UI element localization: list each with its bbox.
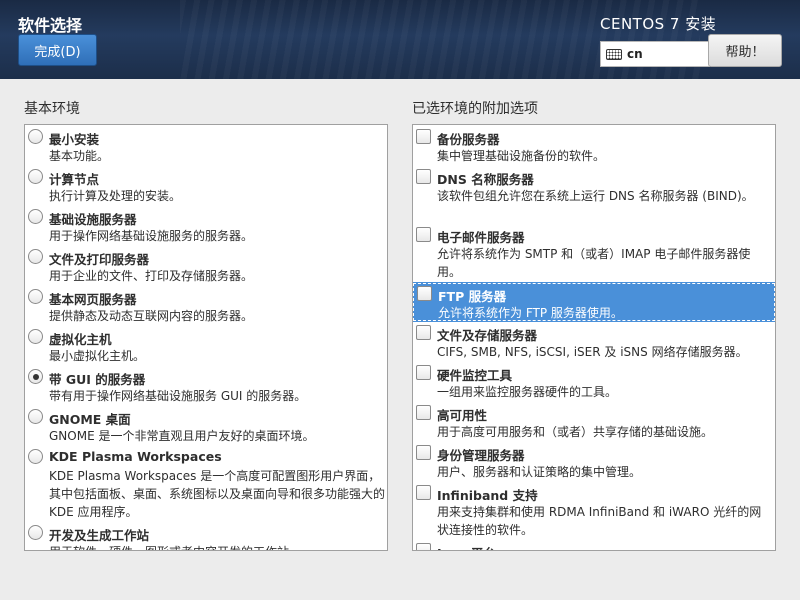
environment-option[interactable]: 虚拟化主机最小虚拟化主机。 xyxy=(25,327,387,367)
option-description: 允许将系统作为 SMTP 和（或者）IMAP 电子邮件服务器使用。 xyxy=(437,247,751,279)
environment-option[interactable]: 计算节点执行计算及处理的安装。 xyxy=(25,167,387,207)
option-description: 提供静态及动态互联网内容的服务器。 xyxy=(49,309,254,323)
checkbox[interactable] xyxy=(416,169,431,184)
page-title: 软件选择 xyxy=(18,16,83,35)
option-title: 高可用性 xyxy=(437,408,488,423)
option-title: 基础设施服务器 xyxy=(49,212,137,227)
option-description: CIFS, SMB, NFS, iSCSI, iSER 及 iSNS 网络存储服… xyxy=(437,345,748,359)
checkbox[interactable] xyxy=(416,445,431,460)
option-title: 文件及打印服务器 xyxy=(49,252,150,267)
radio-button[interactable] xyxy=(28,169,43,184)
radio-button[interactable] xyxy=(28,449,43,464)
environment-option[interactable]: 文件及打印服务器用于企业的文件、打印及存储服务器。 xyxy=(25,247,387,287)
option-description: 用于企业的文件、打印及存储服务器。 xyxy=(49,269,254,283)
option-description: 用户、服务器和认证策略的集中管理。 xyxy=(437,465,642,479)
option-description: 集中管理基础设施备份的软件。 xyxy=(437,149,606,163)
option-description: 用于操作网络基础设施服务的服务器。 xyxy=(49,229,254,243)
radio-button[interactable] xyxy=(28,329,43,344)
addon-option[interactable]: 高可用性用于高度可用服务和（或者）共享存储的基础设施。 xyxy=(413,403,775,443)
addon-option[interactable]: 电子邮件服务器允许将系统作为 SMTP 和（或者）IMAP 电子邮件服务器使用。 xyxy=(413,225,775,283)
option-title: 硬件监控工具 xyxy=(437,368,513,383)
option-description: 该软件包组允许您在系统上运行 DNS 名称服务器 (BIND)。 xyxy=(437,189,754,203)
addon-option[interactable]: 备份服务器集中管理基础设施备份的软件。 xyxy=(413,127,775,167)
option-description: 用于高度可用服务和（或者）共享存储的基础设施。 xyxy=(437,425,714,439)
keyboard-icon xyxy=(606,48,622,60)
environment-option[interactable]: 开发及生成工作站用于软件、硬件、图形或者内容开发的工作站。 xyxy=(25,523,387,550)
product-title: CENTOS 7 安装 xyxy=(600,15,717,33)
addon-option[interactable]: FTP 服务器允许将系统作为 FTP 服务器使用。 xyxy=(413,282,775,322)
environment-option[interactable]: 最小安装 基本功能。 xyxy=(25,127,387,167)
environment-option[interactable]: KDE Plasma Workspaces KDE Plasma Workspac… xyxy=(25,447,387,523)
option-description: 基本功能。 xyxy=(49,149,110,163)
keyboard-layout-indicator[interactable]: cn xyxy=(600,41,710,67)
option-title: 最小安装 xyxy=(49,132,100,147)
addon-option[interactable]: Infiniband 支持用来支持集群和使用 RDMA InfiniBand 和… xyxy=(413,483,775,541)
option-title: 备份服务器 xyxy=(437,132,500,147)
base-environment-title: 基本环境 xyxy=(24,101,80,117)
addon-option[interactable]: 硬件监控工具一组用来监控服务器硬件的工具。 xyxy=(413,363,775,403)
environment-option[interactable]: 带 GUI 的服务器带有用于操作网络基础设施服务 GUI 的服务器。 xyxy=(25,367,387,407)
option-title: FTP 服务器 xyxy=(438,289,507,304)
option-title: 开发及生成工作站 xyxy=(49,528,150,543)
option-title: 文件及存储服务器 xyxy=(437,328,538,343)
option-title: 计算节点 xyxy=(49,172,100,187)
option-description: 执行计算及处理的安装。 xyxy=(49,189,182,203)
radio-button[interactable] xyxy=(28,409,43,424)
option-title: 身份管理服务器 xyxy=(437,448,525,463)
option-title: 电子邮件服务器 xyxy=(437,230,525,245)
radio-button[interactable] xyxy=(28,249,43,264)
environment-option[interactable]: 基本网页服务器提供静态及动态互联网内容的服务器。 xyxy=(25,287,387,327)
addon-option[interactable]: Java 平台 xyxy=(413,541,775,550)
radio-button[interactable] xyxy=(28,129,43,144)
header-bar: 软件选择 完成(D) CENTOS 7 安装 cn 帮助！ xyxy=(0,0,800,79)
option-description: 最小虚拟化主机。 xyxy=(49,349,146,363)
checkbox[interactable] xyxy=(417,286,432,301)
environment-option[interactable]: 基础设施服务器用于操作网络基础设施服务的服务器。 xyxy=(25,207,387,247)
option-description: 一组用来监控服务器硬件的工具。 xyxy=(437,385,618,399)
option-description: KDE Plasma Workspaces 是一个高度可配置图形用户界面，其中包… xyxy=(49,469,386,519)
option-title: Infiniband 支持 xyxy=(437,488,538,503)
checkbox[interactable] xyxy=(416,325,431,340)
option-title: 虚拟化主机 xyxy=(49,332,112,347)
addon-option[interactable]: 身份管理服务器用户、服务器和认证策略的集中管理。 xyxy=(413,443,775,483)
option-description: 允许将系统作为 FTP 服务器使用。 xyxy=(438,306,623,320)
help-button[interactable]: 帮助！ xyxy=(708,34,782,67)
environment-option[interactable]: GNOME 桌面 GNOME 是一个非常直观且用户友好的桌面环境。 xyxy=(25,407,387,447)
checkbox[interactable] xyxy=(416,129,431,144)
base-environment-list[interactable]: 最小安装基本功能。计算节点执行计算及处理的安装。 基础设施服务器用于操作网络基础设… xyxy=(24,124,388,551)
checkbox[interactable] xyxy=(416,543,431,550)
option-description: GNOME 是一个非常直观且用户友好的桌面环境。 xyxy=(49,429,315,443)
addon-option[interactable]: DNS 名称服务器该软件包组允许您在系统上运行 DNS 名称服务器 (BIND)… xyxy=(413,167,775,225)
addons-title: 已选环境的附加选项 xyxy=(412,101,538,117)
checkbox[interactable] xyxy=(416,365,431,380)
option-description: 用于软件、硬件、图形或者内容开发的工作站。 xyxy=(49,543,385,550)
radio-button[interactable] xyxy=(28,289,43,304)
addon-option[interactable]: 文件及存储服务器 CIFS, SMB, NFS, iSCSI, iSER 及 iS… xyxy=(413,323,775,363)
addons-list[interactable]: 备份服务器 集中管理基础设施备份的软件。 DNS 名称服务器 该软件包组允许您在系统上… xyxy=(412,124,776,551)
checkbox[interactable] xyxy=(416,405,431,420)
option-title: KDE Plasma Workspaces xyxy=(49,449,222,464)
option-title: 基本网页服务器 xyxy=(49,292,137,307)
option-title: 带 GUI 的服务器 xyxy=(49,372,146,387)
radio-button[interactable] xyxy=(28,369,43,384)
checkbox[interactable] xyxy=(416,485,431,500)
option-description: 带有用于操作网络基础设施服务 GUI 的服务器。 xyxy=(49,389,307,403)
option-title: GNOME 桌面 xyxy=(49,412,131,427)
keyboard-layout-label: cn xyxy=(627,47,643,61)
radio-button[interactable] xyxy=(28,525,43,540)
option-title: DNS 名称服务器 xyxy=(437,172,534,187)
option-description: 用来支持集群和使用 RDMA InfiniBand 和 iWARO 光纤的网状连… xyxy=(437,505,762,537)
checkbox[interactable] xyxy=(416,227,431,242)
radio-button[interactable] xyxy=(28,209,43,224)
option-title: Java 平台 xyxy=(437,543,496,550)
done-button[interactable]: 完成(D) xyxy=(18,34,97,66)
